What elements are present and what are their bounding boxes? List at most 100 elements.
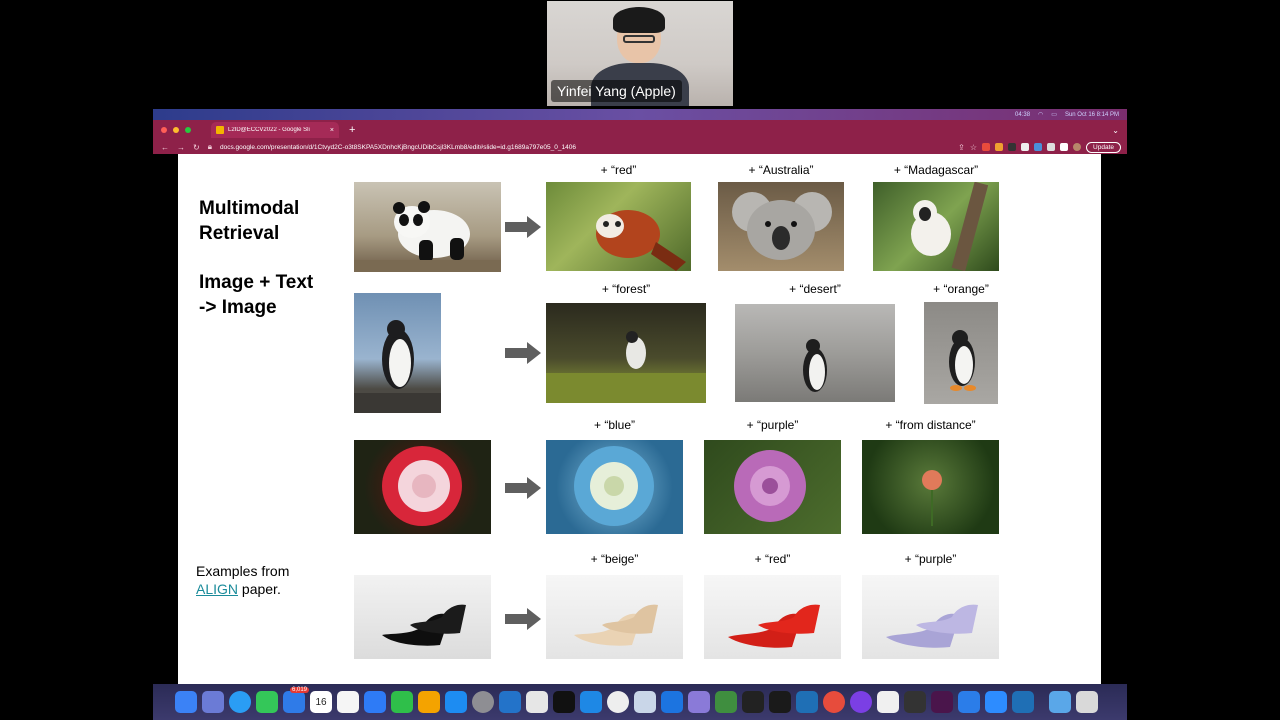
photos-icon[interactable] xyxy=(526,691,548,713)
finder-icon[interactable] xyxy=(175,691,197,713)
app-store-icon[interactable] xyxy=(445,691,467,713)
battery-icon[interactable]: ▭ xyxy=(1051,111,1057,118)
back-icon[interactable]: ← xyxy=(161,143,169,152)
app-icon[interactable] xyxy=(958,691,980,713)
pages-icon[interactable] xyxy=(418,691,440,713)
minimize-window-icon[interactable] xyxy=(173,127,179,133)
menubar-timer: 04:38 xyxy=(1015,111,1031,118)
caption: + “forest” xyxy=(601,282,651,296)
arrow-right-icon xyxy=(505,608,541,630)
caption: + “purple” xyxy=(904,552,957,566)
slides-favicon-icon xyxy=(216,126,224,134)
puzzle-icon[interactable] xyxy=(1047,143,1056,151)
app-icon[interactable] xyxy=(715,691,737,713)
query-image-rose xyxy=(354,440,491,534)
avatar[interactable] xyxy=(1073,143,1082,151)
mac-dock: 6,019 16 xyxy=(153,684,1127,720)
result-image-purple-rose xyxy=(704,440,841,534)
result-image-lemur xyxy=(873,182,999,271)
result-image-purple-heels xyxy=(862,575,999,659)
tab-slides[interactable]: L2ID@ECCV2022 - Google Sli × xyxy=(211,122,339,138)
caption: + “blue” xyxy=(593,418,636,432)
caption: + “purple” xyxy=(746,418,799,432)
query-image-penguin xyxy=(354,293,441,413)
mail-icon[interactable]: 6,019 xyxy=(283,687,309,713)
stage: Yinfei Yang (Apple) 04:38 ◠ ▭ Sun Oct 16… xyxy=(0,0,1280,720)
slide-subtitle-line2: -> Image xyxy=(199,297,277,318)
examples-prefix: Examples from xyxy=(196,563,290,579)
caption: + “red” xyxy=(600,163,637,177)
zoom-icon[interactable] xyxy=(985,691,1007,713)
caption: + “beige” xyxy=(590,552,639,566)
update-button[interactable]: Update xyxy=(1086,141,1121,153)
preview-icon[interactable] xyxy=(634,691,656,713)
zoom-window-icon[interactable] xyxy=(185,127,191,133)
app-icon[interactable] xyxy=(1012,691,1034,713)
app-icon[interactable] xyxy=(850,691,872,713)
forward-icon[interactable]: → xyxy=(177,143,185,152)
trash-icon[interactable] xyxy=(1076,691,1098,713)
result-image-penguin-orange xyxy=(924,302,998,404)
extensions-area: ⇪ ☆ Update xyxy=(958,141,1127,153)
goland-icon[interactable] xyxy=(742,691,764,713)
extension-icon[interactable] xyxy=(982,143,991,151)
textedit-icon[interactable] xyxy=(877,691,899,713)
calendar-icon[interactable]: 16 xyxy=(310,691,332,713)
reload-icon[interactable]: ↻ xyxy=(193,143,200,152)
app-icon[interactable] xyxy=(661,691,683,713)
app-icon[interactable] xyxy=(688,691,710,713)
result-image-red-panda xyxy=(546,182,691,271)
sidebar-icon[interactable] xyxy=(1060,143,1069,151)
align-link[interactable]: ALIGN xyxy=(196,581,238,597)
new-tab-button[interactable]: + xyxy=(349,124,355,136)
messages-icon[interactable] xyxy=(256,691,278,713)
result-image-penguin-forest xyxy=(546,303,706,403)
safari-icon[interactable] xyxy=(229,691,251,713)
slide-title-line1: Multimodal xyxy=(199,198,300,219)
chrome-icon[interactable] xyxy=(607,691,629,713)
slides-canvas: Multimodal Retrieval Image + Text -> Ima… xyxy=(153,154,1127,684)
tab-title: L2ID@ECCV2022 - Google Sli xyxy=(228,127,310,133)
slide-subtitle-line1: Image + Text xyxy=(199,272,314,293)
wifi-icon[interactable]: ◠ xyxy=(1038,111,1043,118)
extension-icon[interactable] xyxy=(1008,143,1017,151)
app-icon[interactable] xyxy=(796,691,818,713)
slide: Multimodal Retrieval Image + Text -> Ima… xyxy=(178,154,1101,684)
tab-list-chevron-icon[interactable]: ⌄ xyxy=(1112,126,1119,135)
extension-icon[interactable] xyxy=(1034,143,1043,151)
extension-icon[interactable] xyxy=(1021,143,1030,151)
caption: + “Australia” xyxy=(748,163,814,177)
presenter-video: Yinfei Yang (Apple) xyxy=(547,1,733,106)
system-preferences-icon[interactable] xyxy=(472,691,494,713)
keynote-icon[interactable] xyxy=(364,691,386,713)
downloads-folder-icon[interactable] xyxy=(1049,691,1071,713)
result-image-rose-distance xyxy=(862,440,999,534)
app-icon[interactable] xyxy=(823,691,845,713)
url-field[interactable]: docs.google.com/presentation/d/1Ctvyd2C-… xyxy=(220,144,576,151)
caption: + “red” xyxy=(754,552,791,566)
app-icon[interactable] xyxy=(580,691,602,713)
notes-icon[interactable] xyxy=(337,691,359,713)
terminal-icon[interactable] xyxy=(553,691,575,713)
tab-close-icon[interactable]: × xyxy=(330,127,334,134)
app-icon[interactable] xyxy=(904,691,926,713)
result-image-penguin-desert xyxy=(735,304,895,402)
extension-icon[interactable] xyxy=(995,143,1004,151)
vscode-icon[interactable] xyxy=(499,691,521,713)
share-icon[interactable]: ⇪ xyxy=(958,143,965,152)
close-window-icon[interactable] xyxy=(161,127,167,133)
caption: + “Madagascar” xyxy=(893,163,979,177)
numbers-icon[interactable] xyxy=(391,691,413,713)
slide-title-line2: Retrieval xyxy=(199,223,280,244)
presenter-name: Yinfei Yang (Apple) xyxy=(551,80,682,102)
bookmark-star-icon[interactable]: ☆ xyxy=(970,143,977,152)
result-image-red-heels xyxy=(704,575,841,659)
slack-icon[interactable] xyxy=(931,691,953,713)
browser-tab-bar: L2ID@ECCV2022 - Google Sli × + ⌄ xyxy=(153,120,1127,140)
menubar-clock[interactable]: Sun Oct 16 8:14 PM xyxy=(1065,112,1119,118)
mac-menu-bar: 04:38 ◠ ▭ Sun Oct 16 8:14 PM xyxy=(153,109,1127,120)
launchpad-icon[interactable] xyxy=(202,691,224,713)
app-icon[interactable] xyxy=(769,691,791,713)
slide-subtitle: Image + Text -> Image xyxy=(199,270,313,320)
caption: + “from distance” xyxy=(885,418,976,432)
